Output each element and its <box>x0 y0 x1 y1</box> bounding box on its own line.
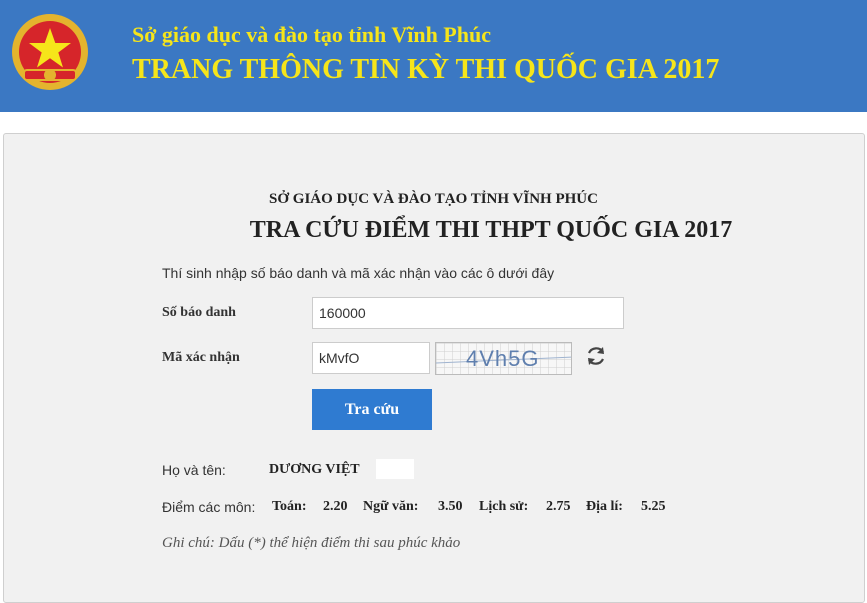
captcha-text: 4Vh5G <box>466 346 540 371</box>
captcha-image: 4Vh5G <box>435 342 572 375</box>
org-name: SỞ GIÁO DỤC VÀ ĐÀO TẠO TỈNH VĨNH PHÚC <box>269 191 598 207</box>
subject-label: Lịch sử: <box>479 499 529 514</box>
name-label: Họ và tên: <box>162 462 226 478</box>
site-title: TRANG THÔNG TIN KỲ THI QUỐC GIA 2017 <box>132 54 720 85</box>
sbd-label: Số báo danh <box>162 305 236 320</box>
search-button[interactable]: Tra cứu <box>312 389 432 430</box>
subject-score: 5.25 <box>641 499 666 514</box>
subject-score: 2.20 <box>323 499 348 514</box>
page-title: TRA CỨU ĐIỂM THI THPT QUỐC GIA 2017 <box>249 217 733 243</box>
subject-score: 2.75 <box>546 499 571 514</box>
subject-label: Ngữ văn: <box>363 499 419 514</box>
instruction-text: Thí sinh nhập số báo danh và mã xác nhận… <box>162 265 555 281</box>
sbd-input[interactable] <box>312 297 624 329</box>
subject-label: Địa lí: <box>586 499 623 514</box>
name-redaction <box>376 459 414 479</box>
subject-label: Toán: <box>272 499 307 514</box>
refresh-icon[interactable] <box>584 344 608 368</box>
header-banner: Sở giáo dục và đào tạo tỉnh Vĩnh Phúc TR… <box>0 0 867 112</box>
captcha-label: Mã xác nhận <box>162 350 240 365</box>
subject-score: 3.50 <box>438 499 463 514</box>
captcha-input[interactable] <box>312 342 430 374</box>
scores-label: Điểm các môn: <box>162 499 256 515</box>
site-subtitle: Sở giáo dục và đào tạo tỉnh Vĩnh Phúc <box>132 22 491 47</box>
national-emblem-icon <box>12 14 88 90</box>
note-text: Ghi chú: Dấu (*) thể hiện điểm thi sau p… <box>162 535 461 551</box>
student-name: DƯƠNG VIỆT <box>269 462 360 477</box>
